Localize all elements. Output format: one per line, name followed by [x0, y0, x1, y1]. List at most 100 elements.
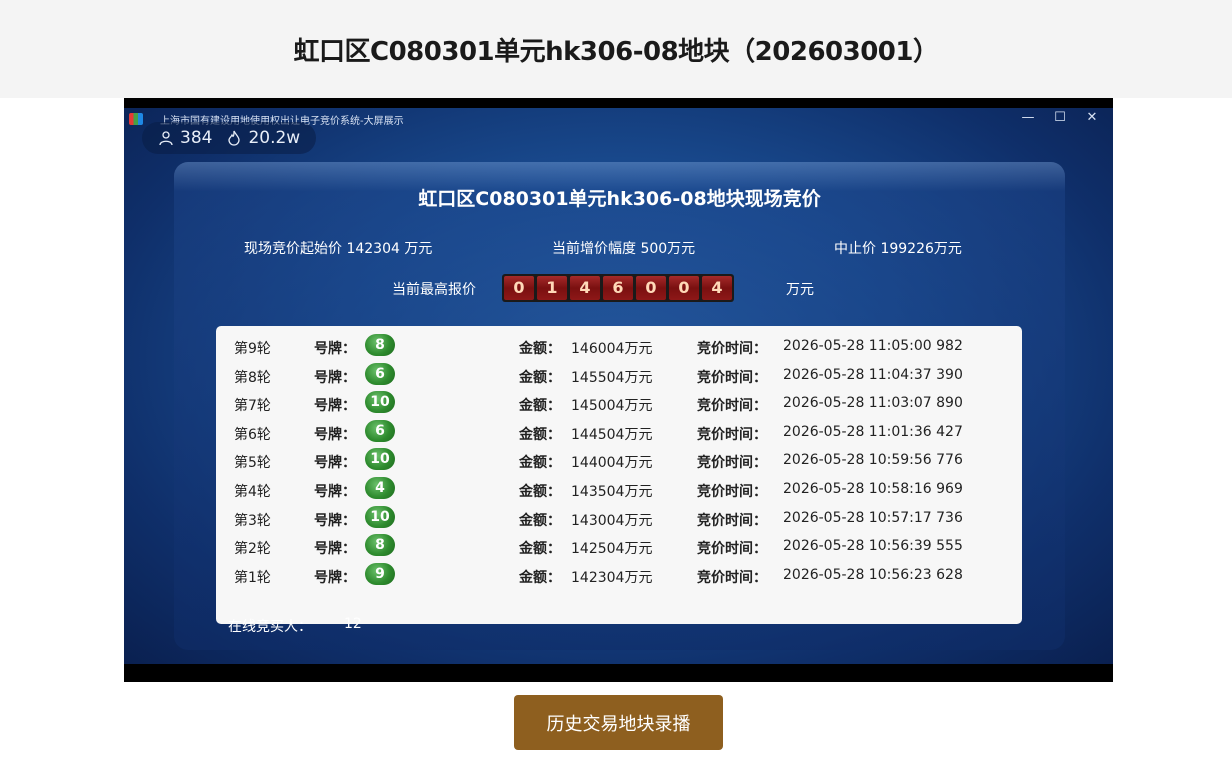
- amount-label: 金额：: [519, 341, 561, 357]
- plate-badge: 4: [365, 477, 395, 499]
- heat-count: 20.2w: [226, 128, 300, 148]
- plate-badge: 9: [365, 562, 395, 585]
- amount-label: 金额：: [519, 426, 561, 443]
- video-frame: 上海市国有建设用地使用权出让电子竞价系统-大屏展示 — ☐ ✕ 384 20.2…: [124, 108, 1113, 664]
- plate-badge: 6: [365, 419, 395, 442]
- bid-round: 第3轮: [234, 512, 271, 529]
- online-bidders-label: 在线竞买人：: [228, 619, 312, 635]
- plate-label: 号牌：: [314, 426, 356, 443]
- current-bid: 当前最高报价 0 1 4 6 0 0 4 万元: [174, 270, 1065, 304]
- plate-label: 号牌：: [314, 398, 356, 415]
- page-title: 虹口区C080301单元hk306-08地块（202603001）: [293, 36, 940, 67]
- bid-round: 第8轮: [234, 369, 271, 386]
- amount-label: 金额：: [519, 484, 561, 500]
- time-label: 竞价时间：: [697, 541, 767, 558]
- viewer-count-value: 384: [180, 128, 213, 148]
- price-increment: 当前增价幅度 500万元: [552, 241, 696, 257]
- amount-label: 金额：: [519, 369, 561, 386]
- current-bid-unit: 万元: [786, 282, 814, 298]
- bid-time: 2026-05-28 10:58:16 969: [783, 481, 963, 497]
- time-label: 竞价时间：: [697, 426, 767, 443]
- list-item: 第6轮 号牌： 6 金额： 144504万元 竞价时间： 2026-05-28 …: [216, 418, 1022, 446]
- current-bid-label: 当前最高报价: [392, 282, 476, 298]
- bid-time: 2026-05-28 10:56:39 555: [783, 538, 963, 555]
- bid-time: 2026-05-28 11:04:37 390: [783, 366, 963, 383]
- plate-badge: 8: [365, 534, 395, 557]
- list-item: 第3轮 号牌： 10 金额： 143004万元 竞价时间： 2026-05-28…: [216, 504, 1022, 532]
- bid-digit: 0: [636, 276, 666, 300]
- time-label: 竞价时间：: [697, 398, 767, 415]
- amount-label: 金额：: [519, 455, 561, 472]
- start-price: 现场竞价起始价 142304 万元: [244, 241, 433, 257]
- window-controls: — ☐ ✕: [1021, 110, 1099, 125]
- bid-time: 2026-05-28 10:56:23 628: [783, 566, 963, 583]
- list-item: 第7轮 号牌： 10 金额： 145004万元 竞价时间： 2026-05-28…: [216, 389, 1022, 417]
- plate-label: 号牌：: [314, 369, 356, 386]
- online-bidders-count: 12: [344, 616, 362, 632]
- bid-digit: 4: [570, 276, 600, 300]
- app-logo-icon: [129, 113, 143, 125]
- bid-digit: 1: [537, 276, 567, 300]
- bid-time: 2026-05-28 11:05:00 982: [783, 338, 963, 354]
- time-label: 竞价时间：: [697, 369, 767, 386]
- list-item: 第5轮 号牌： 10 金额： 144004万元 竞价时间： 2026-05-28…: [216, 446, 1022, 474]
- plate-label: 号牌：: [314, 541, 356, 558]
- maximize-icon: ☐: [1054, 110, 1066, 125]
- plate-badge: 10: [365, 505, 395, 528]
- stream-stats: 384 20.2w: [142, 122, 317, 154]
- bid-round: 第1轮: [234, 569, 271, 586]
- plate-badge: 10: [365, 448, 395, 471]
- list-item: 第2轮 号牌： 8 金额： 142504万元 竞价时间： 2026-05-28 …: [216, 532, 1022, 560]
- bid-digit: 6: [603, 276, 633, 300]
- auction-panel: 虹口区C080301单元hk306-08地块现场竞价 现场竞价起始价 14230…: [174, 162, 1065, 650]
- bid-amount: 145504万元: [571, 369, 653, 386]
- current-bid-digits: 0 1 4 6 0 0 4: [502, 274, 734, 302]
- bid-digit: 4: [702, 276, 732, 300]
- bid-round: 第4轮: [234, 484, 271, 500]
- amount-label: 金额：: [519, 398, 561, 415]
- plate-label: 号牌：: [314, 512, 356, 529]
- plate-label: 号牌：: [314, 569, 356, 586]
- close-icon: ✕: [1086, 110, 1098, 125]
- time-label: 竞价时间：: [697, 569, 767, 586]
- flame-icon: [228, 130, 241, 146]
- plate-badge: 6: [365, 362, 395, 385]
- plate-label: 号牌：: [314, 455, 356, 472]
- bid-round: 第6轮: [234, 426, 271, 443]
- bid-time: 2026-05-28 11:03:07 890: [783, 395, 963, 412]
- person-icon: [159, 131, 173, 146]
- bid-amount: 146004万元: [571, 341, 653, 357]
- amount-label: 金额：: [519, 512, 561, 529]
- history-replay-button[interactable]: 历史交易地块录播: [514, 695, 723, 750]
- list-item: 第4轮 号牌： 4 金额： 143504万元 竞价时间： 2026-05-28 …: [216, 475, 1022, 503]
- amount-label: 金额：: [519, 569, 561, 586]
- bid-history-list: 第9轮 号牌： 8 金额： 146004万元 竞价时间： 2026-05-28 …: [216, 326, 1022, 624]
- bid-amount: 145004万元: [571, 398, 653, 415]
- plate-badge: 8: [365, 334, 395, 356]
- bid-amount: 142504万元: [571, 541, 653, 558]
- plate-label: 号牌：: [314, 484, 356, 500]
- page-header: 虹口区C080301单元hk306-08地块（202603001）: [0, 0, 1232, 98]
- list-item: 第1轮 号牌： 9 金额： 142304万元 竞价时间： 2026-05-28 …: [216, 561, 1022, 589]
- bid-amount: 142304万元: [571, 569, 653, 586]
- video-player[interactable]: 上海市国有建设用地使用权出让电子竞价系统-大屏展示 — ☐ ✕ 384 20.2…: [124, 98, 1113, 682]
- bid-amount: 143504万元: [571, 484, 653, 500]
- viewer-count: 384: [158, 128, 212, 148]
- time-label: 竞价时间：: [697, 512, 767, 529]
- plate-label: 号牌：: [314, 341, 356, 357]
- time-label: 竞价时间：: [697, 484, 767, 500]
- bid-round: 第5轮: [234, 455, 271, 472]
- online-bidders: 在线竞买人： 12: [228, 616, 362, 636]
- bid-amount: 143004万元: [571, 512, 653, 529]
- bid-amount: 144004万元: [571, 455, 653, 472]
- plate-badge: 10: [365, 391, 395, 414]
- bid-round: 第2轮: [234, 541, 271, 558]
- stop-price: 中止价 199226万元: [834, 241, 962, 257]
- bid-time: 2026-05-28 10:59:56 776: [783, 452, 963, 469]
- time-label: 竞价时间：: [697, 341, 767, 357]
- bid-digit: 0: [504, 276, 534, 300]
- auction-title: 虹口区C080301单元hk306-08地块现场竞价: [418, 188, 821, 210]
- minimize-icon: —: [1021, 110, 1035, 125]
- bid-digit: 0: [669, 276, 699, 300]
- heat-count-value: 20.2w: [248, 128, 301, 148]
